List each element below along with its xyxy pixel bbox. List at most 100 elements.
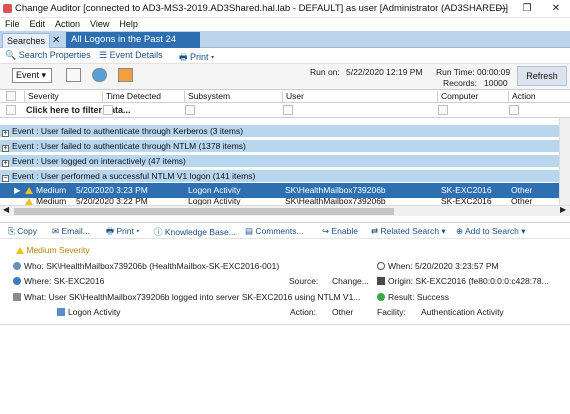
row-pointer-icon: ▶ bbox=[14, 185, 21, 195]
group-row[interactable]: + Event : User failed to authenticate thr… bbox=[0, 124, 559, 137]
table-row[interactable]: ▶ Medium 5/20/2020 3:23 PM Logon Activit… bbox=[0, 183, 559, 198]
filter-icon bbox=[6, 105, 16, 115]
close-icon[interactable]: ✕ bbox=[52, 33, 60, 48]
event-details-label: Event Details bbox=[109, 50, 163, 60]
event-details-button[interactable]: ☰ Event Details bbox=[99, 50, 163, 61]
related-label: Related Search ▾ bbox=[380, 226, 446, 236]
run-on-label: Run on: bbox=[310, 67, 340, 77]
menu-bar: File Edit Action View Help bbox=[0, 18, 570, 31]
print-details-button[interactable]: 🖶 Print ▾ bbox=[106, 226, 139, 240]
close-window-button[interactable]: ✕ bbox=[545, 1, 567, 16]
run-on-value: 5/22/2020 12:19 PM bbox=[346, 67, 423, 77]
comments-button[interactable]: ▤ Comments... bbox=[245, 226, 304, 237]
when-value: 5/20/2020 3:23:57 PM bbox=[414, 261, 499, 271]
col-severity[interactable]: Severity bbox=[24, 91, 59, 102]
cell-subsystem: Logon Activity bbox=[188, 185, 241, 195]
filter-cell-computer[interactable] bbox=[438, 105, 448, 115]
cell-user: SK\HealthMailbox739206b bbox=[285, 198, 386, 205]
horizontal-scrollbar[interactable]: ◀ ▶ bbox=[0, 205, 570, 216]
print-details-label: Print ▾ bbox=[116, 226, 140, 236]
chart-view-icon[interactable] bbox=[92, 68, 107, 82]
severity-line: Medium Severity bbox=[16, 245, 90, 255]
run-info-panel: Event ▾ Run on: 5/22/2020 12:19 PM Run T… bbox=[0, 64, 570, 90]
printer-icon: 🖶 bbox=[179, 52, 190, 62]
group-row[interactable]: + Event : User logged on interactively (4… bbox=[0, 154, 559, 167]
filter-cell-time[interactable] bbox=[103, 105, 113, 115]
action-value: Other bbox=[332, 307, 354, 317]
run-time-value: 00:00:09 bbox=[477, 67, 511, 77]
email-button[interactable]: ✉ Email... bbox=[52, 226, 90, 237]
col-computer[interactable]: Computer bbox=[437, 91, 478, 102]
where-line: Where: SK-EXC2016 bbox=[13, 276, 104, 286]
related-search-button[interactable]: ⇄ Related Search ▾ bbox=[371, 226, 446, 237]
result-line: Result: Success bbox=[377, 292, 449, 302]
tab-all-logons[interactable]: All Logons in the Past 24 hours bbox=[66, 32, 200, 61]
subsystem-line: Logon Activity bbox=[57, 307, 120, 317]
refresh-button[interactable]: Refresh bbox=[517, 66, 567, 86]
severity-value: Medium Severity bbox=[26, 245, 90, 255]
title-bar: Change Auditor [connected to AD3-MS3-201… bbox=[0, 0, 570, 18]
document-icon bbox=[13, 293, 21, 301]
tab-searches[interactable]: Searches bbox=[2, 33, 51, 48]
menu-action[interactable]: Action bbox=[50, 18, 85, 31]
search-toolbar: 🔍 Search Properties ☰ Event Details 🖶 Pr… bbox=[0, 48, 570, 64]
what-value: User SK\HealthMailbox739206b logged into… bbox=[48, 292, 361, 302]
origin-label: Origin: bbox=[388, 276, 414, 286]
filter-row[interactable]: Click here to filter data... bbox=[0, 103, 570, 118]
scroll-right-icon[interactable]: ▶ bbox=[560, 205, 566, 214]
filter-cell-subsystem[interactable] bbox=[185, 105, 195, 115]
scroll-left-icon[interactable]: ◀ bbox=[3, 205, 9, 214]
logon-icon bbox=[57, 308, 65, 316]
grid-view-icon[interactable] bbox=[66, 68, 81, 82]
facility-label: Facility: bbox=[377, 307, 406, 317]
what-line: What: User SK\HealthMailbox739206b logge… bbox=[13, 292, 360, 302]
expand-icon[interactable]: + bbox=[2, 130, 9, 137]
expand-icon[interactable]: + bbox=[2, 160, 9, 167]
scroll-thumb[interactable] bbox=[14, 208, 394, 215]
cell-severity: Medium bbox=[36, 198, 67, 205]
menu-edit[interactable]: Edit bbox=[25, 18, 51, 31]
col-subsystem[interactable]: Subsystem bbox=[184, 91, 230, 102]
event-group-dropdown[interactable]: Event ▾ bbox=[12, 68, 52, 83]
warning-icon bbox=[25, 183, 33, 198]
table-row[interactable]: Medium 5/20/2020 3:22 PM Logon Activity … bbox=[0, 198, 559, 205]
result-label: Result: bbox=[388, 292, 415, 302]
enable-button[interactable]: ↪ Enable bbox=[322, 226, 358, 237]
header-select-icon[interactable] bbox=[6, 91, 16, 101]
add-to-search-button[interactable]: ⊕ Add to Search ▾ bbox=[456, 226, 526, 237]
group-label: Event : User performed a successful NTLM… bbox=[12, 171, 256, 181]
event-details-panel: Medium Severity Who: SK\HealthMailbox739… bbox=[0, 239, 570, 414]
vertical-scrollbar[interactable] bbox=[559, 118, 570, 205]
filter-cell-user[interactable] bbox=[283, 105, 293, 115]
menu-view[interactable]: View bbox=[85, 18, 114, 31]
filter-cell-action[interactable] bbox=[509, 105, 519, 115]
menu-file[interactable]: File bbox=[0, 18, 25, 31]
details-divider bbox=[0, 324, 570, 325]
enable-label: Enable bbox=[331, 226, 358, 236]
group-row[interactable]: − Event : User performed a successful NTL… bbox=[0, 169, 559, 182]
expand-icon[interactable]: + bbox=[2, 145, 9, 152]
clock-icon bbox=[377, 262, 385, 270]
email-label: Email... bbox=[61, 226, 90, 236]
add-label: Add to Search ▾ bbox=[465, 226, 526, 236]
col-action[interactable]: Action bbox=[508, 91, 536, 102]
cell-time: 5/20/2020 3:23 PM bbox=[76, 185, 148, 195]
report-icon[interactable] bbox=[118, 68, 133, 82]
col-user[interactable]: User bbox=[282, 91, 304, 102]
knowledge-base-button[interactable]: ⓘ Knowledge Base... bbox=[154, 226, 236, 238]
grid-header: Severity Time Detected Subsystem User Co… bbox=[0, 90, 570, 103]
computer-icon bbox=[377, 277, 385, 285]
cell-action: Other bbox=[511, 185, 533, 195]
group-label: Event : User failed to authenticate thro… bbox=[12, 141, 246, 151]
col-time-detected[interactable]: Time Detected bbox=[102, 91, 161, 102]
cell-action: Other bbox=[511, 198, 533, 205]
when-label: When: bbox=[388, 261, 413, 271]
group-row[interactable]: + Event : User failed to authenticate thr… bbox=[0, 139, 559, 152]
menu-help[interactable]: Help bbox=[114, 18, 143, 31]
maximize-button[interactable]: ❐ bbox=[516, 1, 538, 16]
copy-button[interactable]: ⎘ Copy bbox=[8, 226, 37, 237]
search-properties-button[interactable]: 🔍 Search Properties bbox=[5, 50, 91, 61]
minimize-button[interactable]: — bbox=[491, 1, 513, 16]
collapse-icon[interactable]: − bbox=[2, 175, 9, 182]
group-label: Event : User failed to authenticate thro… bbox=[12, 126, 244, 136]
